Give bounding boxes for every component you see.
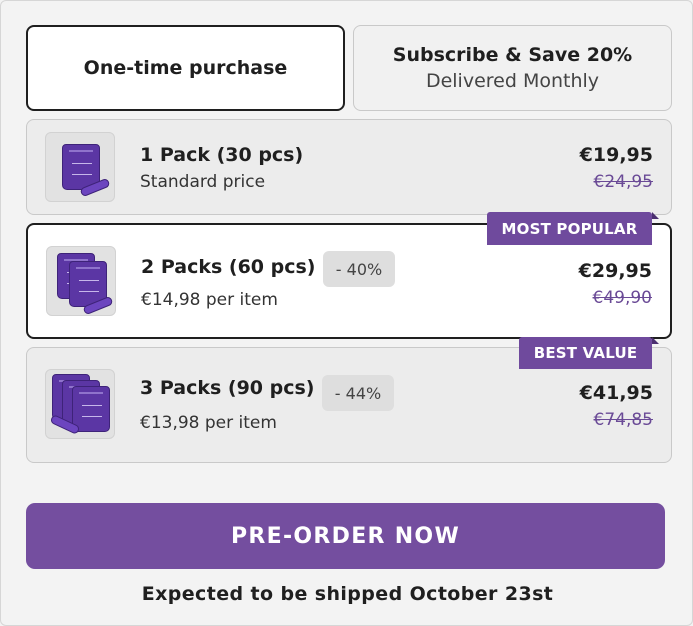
pack-option-price: €41,95 xyxy=(579,382,653,404)
pack-option-price: €19,95 xyxy=(579,144,653,166)
pack-option-subtext: Standard price xyxy=(140,172,266,192)
subscribe-save-tab[interactable]: Subscribe & Save 20% Delivered Monthly xyxy=(353,25,672,111)
pack-option-old-price: €24,95 xyxy=(593,172,653,192)
shipping-note: Expected to be shipped October 23st xyxy=(141,583,554,605)
pack-option-1[interactable]: 1 Pack (30 pcs) Standard price €19,95 €2… xyxy=(26,119,672,215)
product-image-3-packs xyxy=(45,369,115,439)
pack-option-price: €29,95 xyxy=(578,260,652,282)
one-time-purchase-tab[interactable]: One-time purchase xyxy=(26,25,345,111)
pack-option-subtext: €13,98 per item xyxy=(140,413,277,433)
pack-option-name: 2 Packs (60 pcs) xyxy=(141,256,316,278)
pack-option-old-price: €49,90 xyxy=(592,288,652,308)
best-value-ribbon: BEST VALUE xyxy=(519,337,659,369)
one-time-purchase-label: One-time purchase xyxy=(83,57,288,79)
subscribe-caption: Delivered Monthly xyxy=(425,70,600,92)
most-popular-ribbon: MOST POPULAR xyxy=(487,212,659,245)
subscribe-title: Subscribe & Save 20% xyxy=(392,44,633,66)
purchase-widget: One-time purchase Subscribe & Save 20% D… xyxy=(0,0,693,626)
pack-option-name: 3 Packs (90 pcs) xyxy=(140,377,315,399)
pack-option-old-price: €74,85 xyxy=(593,410,653,430)
pack-option-subtext: €14,98 per item xyxy=(141,290,278,310)
discount-badge: - 40% xyxy=(323,251,395,287)
pre-order-button[interactable]: PRE-ORDER NOW xyxy=(26,503,665,569)
discount-badge: - 44% xyxy=(322,375,394,411)
product-image-1-pack xyxy=(45,132,115,202)
product-image-2-packs xyxy=(46,246,116,316)
pack-option-name: 1 Pack (30 pcs) xyxy=(140,144,304,166)
